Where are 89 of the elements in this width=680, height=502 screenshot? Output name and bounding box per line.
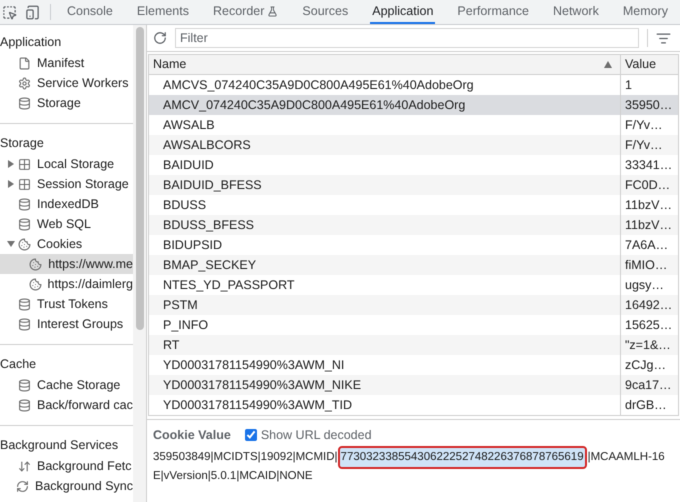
sidebar-item[interactable]: Session Storage: [0, 174, 133, 194]
cookie-value: 9ca17…: [624, 376, 673, 394]
devtools-tab[interactable]: Network: [550, 0, 601, 24]
device-icon[interactable]: [25, 4, 40, 20]
database-icon: [18, 378, 31, 392]
sidebar-section-title: Background Services: [0, 436, 120, 454]
sidebar-item[interactable]: Manifest: [0, 53, 133, 73]
devtools-tab[interactable]: Memory: [620, 0, 670, 24]
database-icon: [18, 398, 31, 412]
cookie-row[interactable]: AMCV_074240C35A9D0C800A495E61%40AdobeOrg 35950…: [149, 95, 678, 115]
sync-icon: [16, 480, 30, 492]
refresh-icon[interactable]: [153, 31, 167, 45]
cookie-value: 35950…: [624, 96, 674, 114]
sidebar-item[interactable]: Cache Storage: [0, 375, 133, 395]
cookie-row[interactable]: AWSALBCORS F/Yv…: [149, 135, 678, 155]
database-icon: [18, 218, 31, 230]
cookie-value: FC0D…: [624, 176, 672, 194]
gear-icon: [18, 76, 31, 90]
collapsed-triangle-icon[interactable]: [8, 180, 14, 188]
cookie-value: F/Yv…: [624, 116, 664, 134]
url-decoded-checkbox[interactable]: [244, 429, 257, 441]
cookie-value-title: Cookie Value: [153, 426, 231, 444]
cookie-value: 33341…: [624, 156, 674, 174]
sidebar-item[interactable]: Web SQL: [0, 214, 133, 234]
devtools-tab[interactable]: Application: [370, 0, 436, 24]
url-decoded-label: Show URL decoded: [260, 426, 372, 444]
cookie-value: 1: [624, 76, 633, 94]
sidebar-item[interactable]: https://www.me: [0, 254, 133, 274]
cookie-value: 7A6A…: [624, 236, 670, 254]
sidebar-item[interactable]: Cookies: [0, 234, 133, 254]
grid-icon: [18, 158, 31, 170]
arrows-icon: [18, 460, 31, 472]
database-icon: [18, 298, 31, 310]
sidebar-item[interactable]: Local Storage: [0, 154, 133, 174]
file-icon: [18, 56, 31, 70]
column-header[interactable]: Name: [149, 55, 621, 74]
sidebar-item[interactable]: Storage: [0, 93, 133, 113]
scrollbar-thumb[interactable]: [136, 27, 144, 330]
sidebar-section-title: Cache: [0, 356, 38, 373]
filter-field[interactable]: Filter: [175, 28, 639, 48]
cookie-row[interactable]: PSTM 16492…: [149, 295, 678, 315]
cookie-icon: [28, 278, 42, 290]
devtools-tab[interactable]: Recorder: [210, 0, 280, 24]
cookie-value: 11bzV…: [624, 196, 674, 214]
cookie-row[interactable]: YD00031781154990%3AWM_NIKE 9ca17…: [149, 375, 678, 395]
cookie-value-text: E|vVersion|5.0.1|MCAID|NONE: [153, 469, 313, 484]
cookie-value: 11bzV…: [624, 216, 674, 234]
devtools-tab[interactable]: Elements: [134, 0, 191, 24]
sidebar-item[interactable]: Background Sync: [0, 476, 133, 496]
database-icon: [18, 96, 31, 110]
column-header[interactable]: Value: [621, 55, 678, 74]
sidebar-item[interactable]: Back/forward cac: [0, 395, 133, 415]
sidebar-item[interactable]: IndexedDB: [0, 194, 133, 214]
inspect-icon[interactable]: [2, 4, 17, 20]
devtools-tab[interactable]: Console: [65, 0, 115, 24]
cookie-value: ugsy…: [624, 276, 665, 294]
sidebar-section-title: Storage: [0, 134, 45, 152]
collapsed-triangle-icon[interactable]: [8, 160, 14, 168]
cookie-value: 16492…: [624, 296, 674, 314]
flask-icon: [267, 6, 278, 16]
grid-icon: [18, 178, 31, 190]
devtools-tab[interactable]: Sources: [300, 0, 350, 24]
sidebar-section-title: Application: [0, 34, 62, 51]
sidebar-item[interactable]: Service Workers: [0, 73, 133, 93]
cookie-value: 15625…: [624, 316, 674, 334]
cookie-row[interactable]: BDUSS_BFESS 11bzV…: [149, 215, 678, 235]
cookie-value: zCJg…: [624, 356, 667, 374]
devtools-tab[interactable]: Performance: [455, 0, 531, 24]
cookie-value: drGB…: [624, 396, 668, 414]
expanded-triangle-icon[interactable]: [7, 241, 15, 247]
cookie-row[interactable]: BAIDUID_BFESS FC0D…: [149, 175, 678, 195]
database-icon: [18, 318, 31, 330]
sidebar-item[interactable]: Background Fetc: [0, 456, 133, 476]
cookie-value: "z=1&…: [624, 336, 672, 354]
cookie-name: YD00031781154990%3AWM_TID: [149, 395, 621, 415]
cookie-value-text: 359503849|MCIDTS|19092|MCMID|: [153, 450, 338, 465]
cookie-icon: [18, 238, 31, 250]
cookie-row[interactable]: BMAP_SECKEY fiMIO…: [149, 255, 678, 275]
database-icon: [18, 198, 31, 210]
cookie-icon: [29, 258, 42, 270]
sidebar-item[interactable]: Interest Groups: [0, 314, 133, 334]
cookie-value-text: |MCAAMLH-16: [586, 450, 665, 465]
selected-text: 77303233855430622252748226376878765619: [338, 446, 587, 469]
sidebar-item[interactable]: https://daimlerg: [0, 274, 133, 294]
clear-filter-icon[interactable]: [656, 30, 671, 46]
cookie-value: F/Yv…: [624, 136, 664, 154]
cookie-row[interactable]: RT "z=1&…: [149, 335, 678, 355]
cookie-value: fiMIO…: [624, 256, 668, 274]
sidebar-item[interactable]: Trust Tokens: [0, 294, 133, 314]
